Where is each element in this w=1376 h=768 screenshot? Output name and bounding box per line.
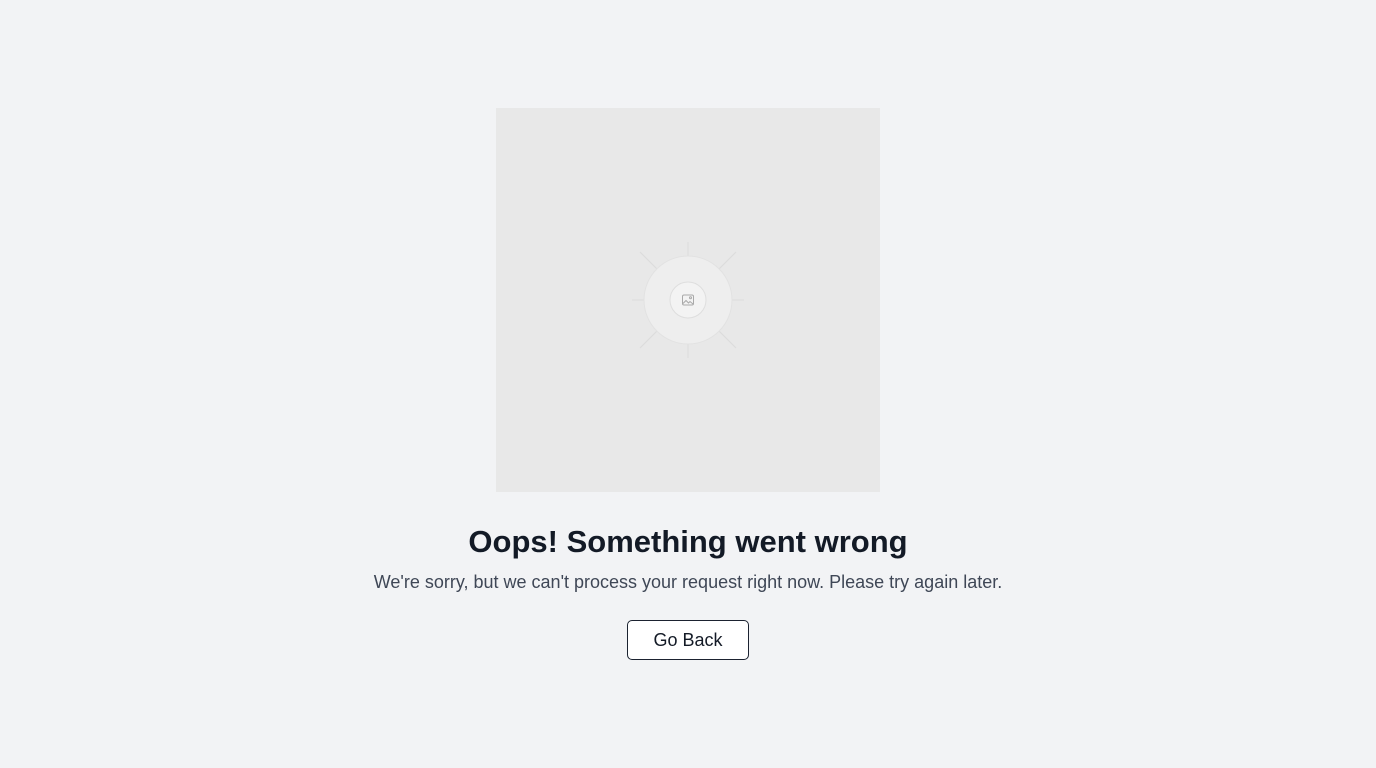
- error-message: We're sorry, but we can't process your r…: [373, 572, 1003, 592]
- go-back-button[interactable]: Go Back: [627, 620, 749, 660]
- error-page: Oops! Something went wrong We're sorry, …: [0, 0, 1376, 768]
- image-placeholder-graphic: [632, 242, 744, 358]
- image-placeholder: [496, 108, 880, 492]
- error-title: Oops! Something went wrong: [468, 524, 908, 559]
